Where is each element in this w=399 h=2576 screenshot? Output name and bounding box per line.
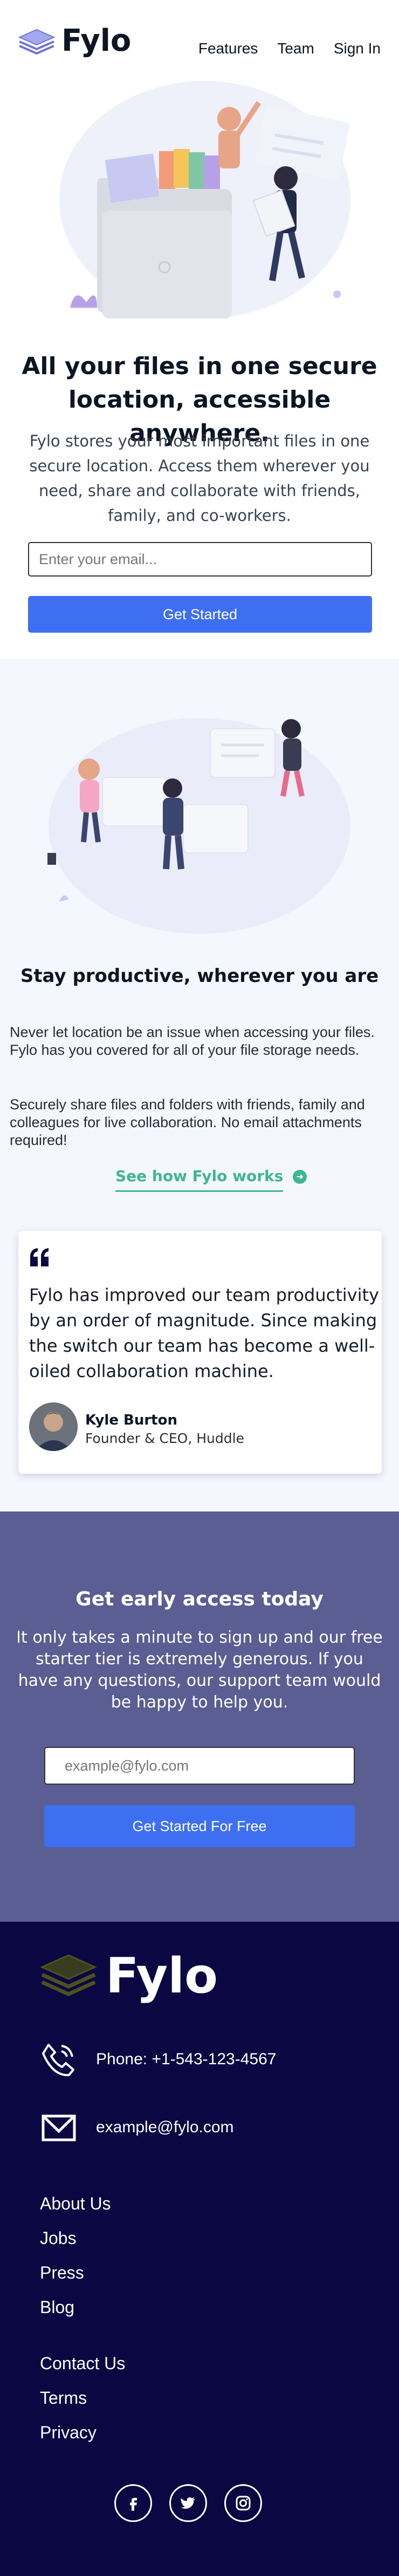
see-how-link-label: See how Fylo works	[115, 1167, 284, 1192]
get-started-free-button[interactable]: Get Started For Free	[44, 1805, 355, 1847]
avatar-portrait-icon	[29, 1402, 78, 1451]
footer-link-press[interactable]: Press	[40, 2263, 84, 2283]
hero-illustration	[59, 81, 350, 318]
layers-logo-icon	[40, 1954, 97, 1996]
early-access-text: It only takes a minute to sign up and ou…	[16, 1628, 383, 1712]
see-how-fylo-works-link[interactable]: See how Fylo works ➜	[115, 1167, 307, 1192]
twitter-link[interactable]	[169, 2484, 207, 2522]
early-access-email-input[interactable]	[44, 1747, 355, 1785]
productive-paragraph-1: Never let location be an issue when acce…	[10, 1024, 375, 1058]
early-access-section: Get early access today It only takes a m…	[0, 1511, 399, 1922]
productive-title: Stay productive, wherever you are	[20, 965, 379, 987]
facebook-link[interactable]	[114, 2484, 152, 2522]
arrow-right-icon: ➜	[293, 1170, 307, 1184]
testimonial-card: Fylo has improved our team productivity …	[18, 1231, 382, 1474]
footer-link-privacy[interactable]: Privacy	[40, 2423, 97, 2443]
twitter-icon	[181, 2497, 195, 2509]
footer-phone: Phone: +1-543-123-4567	[41, 2042, 276, 2077]
footer-logo-text: Fylo	[106, 1948, 218, 2004]
early-access-title: Get early access today	[75, 1588, 324, 1610]
mail-icon	[42, 2114, 76, 2141]
instagram-icon	[236, 2496, 251, 2511]
phone-icon	[42, 2044, 74, 2077]
footer-email-text: example@fylo.com	[96, 2118, 234, 2136]
footer-link-blog[interactable]: Blog	[40, 2297, 74, 2317]
testimonial-quote: Fylo has improved our team productivity …	[29, 1285, 379, 1381]
get-started-button[interactable]: Get Started	[28, 596, 372, 633]
footer-logo[interactable]: Fylo	[39, 1952, 218, 2001]
testimonial-role: Founder & CEO, Huddle	[85, 1431, 244, 1446]
hero-text: Fylo stores your most important files in…	[29, 432, 370, 525]
footer-email: example@fylo.com	[41, 2110, 234, 2145]
productive-section: Stay productive, wherever you are Never …	[0, 659, 399, 1511]
productive-illustration	[47, 718, 350, 934]
quote-icon	[30, 1248, 49, 1266]
hero-email-input[interactable]	[28, 542, 372, 577]
social-links	[114, 2484, 262, 2522]
footer-link-about-us[interactable]: About Us	[40, 2194, 111, 2214]
hero-section: All your files in one secure location, a…	[0, 0, 399, 633]
testimonial-name: Kyle Burton	[85, 1412, 177, 1428]
productive-paragraph-2: Securely share files and folders with fr…	[10, 1096, 365, 1148]
facebook-icon	[130, 2498, 137, 2511]
avatar	[29, 1402, 78, 1451]
footer-link-terms[interactable]: Terms	[40, 2388, 87, 2408]
footer-link-jobs[interactable]: Jobs	[40, 2228, 77, 2248]
footer-phone-text: Phone: +1-543-123-4567	[96, 2050, 277, 2068]
site-footer: Fylo Phone: +1-543-123-4567 example@fylo…	[0, 1922, 399, 2576]
instagram-link[interactable]	[224, 2484, 262, 2522]
footer-link-contact-us[interactable]: Contact Us	[40, 2354, 125, 2374]
